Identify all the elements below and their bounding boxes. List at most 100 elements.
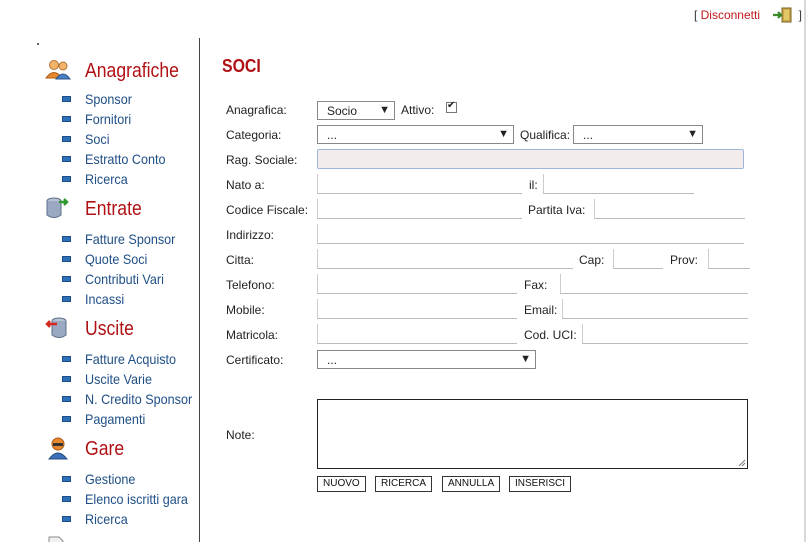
racer-icon	[47, 437, 69, 460]
bullet-icon	[62, 396, 71, 402]
matricola-label: Matricola:	[226, 328, 279, 342]
bullet-icon	[62, 236, 71, 242]
nuovo-button[interactable]: NUOVO	[317, 476, 366, 492]
bullet-icon	[62, 156, 71, 162]
prov-label: Prov:	[670, 253, 699, 267]
qualifica-select-value: ...	[583, 128, 594, 142]
inserisci-button[interactable]: INSERISCI	[509, 476, 572, 492]
sidebar-section-title: Entrate	[85, 198, 142, 220]
sidebar-section-title: Uscite	[85, 318, 134, 340]
certificato-select[interactable]: ... ▼	[317, 350, 536, 369]
sidebar-item-label: Soci	[85, 131, 110, 147]
bullet-icon	[62, 496, 71, 502]
page-title: SOCI	[222, 56, 261, 76]
prov-input[interactable]	[708, 249, 750, 269]
partita-iva-label: Partita Iva:	[528, 203, 586, 217]
database-in-icon	[46, 197, 69, 218]
ricerca-button[interactable]: RICERCA	[375, 476, 433, 492]
bullet-icon	[62, 256, 71, 262]
citta-label: Citta:	[226, 253, 255, 267]
rag-sociale-input[interactable]	[317, 149, 744, 169]
bullet-icon	[62, 96, 71, 102]
telefono-label: Telefono:	[226, 278, 275, 292]
fax-input[interactable]	[560, 274, 748, 294]
qualifica-label: Qualifica:	[520, 128, 571, 142]
sidebar-section-title: Anagrafiche	[85, 60, 179, 82]
categoria-select-value: ...	[327, 128, 338, 142]
partita-iva-input[interactable]	[594, 199, 745, 219]
sidebar-item-label: Contributi Vari	[85, 271, 164, 287]
sidebar-item-label: Elenco iscritti gara	[85, 491, 188, 507]
sidebar-item-label: Estratto Conto	[85, 151, 166, 167]
categoria-select[interactable]: ... ▼	[317, 125, 514, 144]
email-label: Email:	[524, 303, 558, 317]
bullet-icon	[62, 516, 71, 522]
anagrafica-label: Anagrafica:	[226, 103, 287, 117]
nato-label: Nato a:	[226, 178, 265, 192]
sidebar-item-label: Sponsor	[85, 91, 132, 107]
sidebar-item-label: Pagamenti	[85, 411, 146, 427]
resize-grip-icon[interactable]	[738, 459, 746, 467]
mobile-input[interactable]	[317, 299, 517, 319]
citta-input[interactable]	[317, 249, 573, 269]
bullet-icon	[62, 416, 71, 422]
sidebar-item-label: Ricerca	[85, 511, 128, 527]
sidebar-item-label: Fornitori	[85, 111, 132, 127]
categoria-label: Categoria:	[226, 128, 282, 142]
attivo-label: Attivo:	[401, 103, 435, 117]
sidebar-item-label: Fatture Sponsor	[85, 231, 176, 247]
logout-bar: [ Disconnetti ]	[693, 7, 802, 23]
bullet-icon	[62, 476, 71, 482]
note-textarea[interactable]	[317, 399, 748, 469]
matricola-input[interactable]	[317, 324, 517, 344]
cod-uci-label: Cod. UCI:	[524, 328, 577, 342]
chevron-down-icon: ▼	[520, 353, 531, 365]
nato-input[interactable]	[317, 174, 522, 194]
exit-door-icon[interactable]	[772, 7, 794, 23]
cap-input[interactable]	[613, 249, 663, 269]
sidebar-item-label: Quote Soci	[85, 251, 148, 267]
cod-uci-input[interactable]	[582, 324, 748, 344]
bullet-icon	[62, 176, 71, 182]
bullet-icon	[62, 296, 71, 302]
qualifica-select[interactable]: ... ▼	[573, 125, 703, 144]
telefono-input[interactable]	[317, 274, 517, 294]
sidebar-item-label: Uscite Varie	[85, 371, 152, 387]
attivo-checkbox[interactable]	[446, 100, 457, 113]
sidebar-item-label: Fatture Acquisto	[85, 351, 177, 367]
sidebar-section-title: Gare	[85, 438, 125, 460]
sidebar-item-label: Gestione	[85, 471, 136, 487]
bullet-icon	[62, 276, 71, 282]
sidebar-item-label: Incassi	[85, 291, 125, 307]
anagrafica-select[interactable]: Socio ▼	[317, 101, 395, 120]
chevron-down-icon: ▼	[687, 128, 698, 140]
mobile-label: Mobile:	[226, 303, 265, 317]
chevron-down-icon: ▼	[379, 104, 390, 116]
annulla-button[interactable]: ANNULLA	[442, 476, 501, 492]
bullet-icon	[62, 356, 71, 362]
certificato-select-value: ...	[327, 353, 338, 367]
people-icon	[45, 60, 71, 80]
codice-fiscale-label: Codice Fiscale:	[226, 203, 309, 217]
bracket-open: [	[693, 8, 698, 22]
chevron-down-icon: ▼	[498, 128, 509, 140]
cap-label: Cap:	[579, 253, 605, 267]
il-label: il:	[529, 178, 538, 192]
data-nascita-input[interactable]	[543, 174, 694, 194]
fax-label: Fax:	[524, 278, 548, 292]
sidebar: Anagrafiche Sponsor Fornitori Soci Estra…	[0, 38, 200, 542]
anagrafica-select-value: Socio	[327, 104, 358, 118]
database-out-icon	[45, 317, 67, 338]
codice-fiscale-input[interactable]	[317, 199, 522, 219]
indirizzo-input[interactable]	[317, 224, 744, 244]
note-label: Note:	[226, 428, 255, 442]
sidebar-item-label: N. Credito Sponsor	[85, 391, 193, 407]
bullet-icon	[62, 116, 71, 122]
bullet-icon	[62, 376, 71, 382]
email-input[interactable]	[562, 299, 748, 319]
logout-link[interactable]: Disconnetti	[701, 8, 760, 22]
cut-off-section-title	[85, 538, 140, 542]
certificato-label: Certificato:	[226, 353, 284, 367]
indirizzo-label: Indirizzo:	[226, 228, 275, 242]
bullet-icon	[62, 136, 71, 142]
